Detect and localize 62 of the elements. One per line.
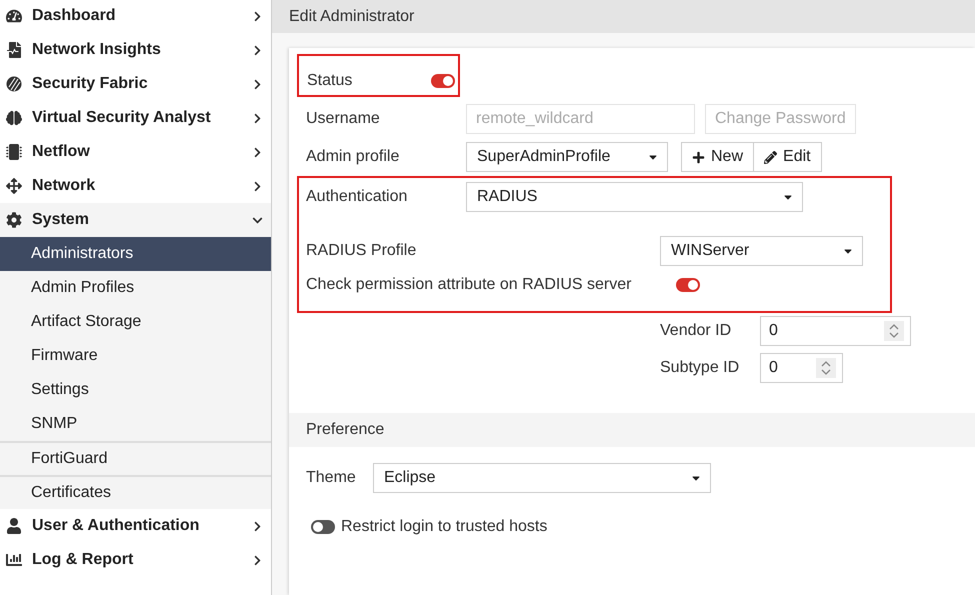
- sidebar-item[interactable]: Network: [0, 169, 271, 203]
- sidebar-item[interactable]: Log & Report: [0, 543, 271, 577]
- plus-icon: [692, 150, 705, 164]
- pencil-icon: [764, 150, 778, 164]
- submenu-item[interactable]: Settings: [0, 373, 271, 407]
- field-label: RADIUS Profile: [306, 241, 418, 261]
- submenu-item[interactable]: Certificates: [0, 475, 271, 509]
- subtype-id-field[interactable]: 0: [760, 353, 843, 383]
- authentication-select[interactable]: RADIUS: [466, 182, 803, 212]
- sidebar-item[interactable]: Virtual Security Analyst: [0, 101, 271, 135]
- submenu-item[interactable]: FortiGuard: [0, 441, 271, 475]
- field-label: Subtype ID: [660, 358, 740, 378]
- bar-chart-icon: [6, 552, 22, 568]
- striped-circle-icon: [6, 76, 22, 92]
- edit-button[interactable]: Edit: [753, 142, 822, 172]
- field-label: Status: [307, 70, 354, 90]
- chevron-right-icon: [252, 112, 263, 124]
- toggle-switch[interactable]: [431, 74, 455, 88]
- page-title: Edit Administrator: [289, 6, 414, 26]
- gauge-icon: [6, 8, 22, 24]
- chevron-right-icon: [252, 10, 263, 22]
- sidebar-item[interactable]: Network Insights: [0, 33, 271, 67]
- sidebar-item[interactable]: System: [0, 203, 271, 237]
- submenu-item[interactable]: Admin Profiles: [0, 271, 271, 305]
- sidebar-item[interactable]: User & Authentication: [0, 509, 271, 543]
- submenu-item[interactable]: SNMP: [0, 407, 271, 441]
- new-button[interactable]: New: [681, 142, 754, 172]
- submenu-item[interactable]: Artifact Storage: [0, 305, 271, 339]
- admin-profile-select[interactable]: SuperAdminProfile: [466, 142, 668, 172]
- spinner-icon: [884, 321, 904, 341]
- submenu-item[interactable]: Firmware: [0, 339, 271, 373]
- chevron-right-icon: [252, 520, 263, 532]
- toggle-switch[interactable]: [676, 278, 700, 292]
- toggle-switch[interactable]: [311, 520, 335, 534]
- user-icon: [6, 518, 22, 534]
- chevron-right-icon: [252, 78, 263, 90]
- gear-icon: [6, 212, 22, 228]
- chip-icon: [6, 144, 22, 160]
- sidebar-item[interactable]: Netflow: [0, 135, 271, 169]
- spinner-icon: [816, 358, 836, 378]
- vendor-id-field[interactable]: 0: [760, 316, 911, 346]
- section-title: Preference: [306, 420, 384, 440]
- field-label: Theme: [306, 468, 357, 488]
- move-arrows-icon: [6, 178, 22, 194]
- radius-profile-select[interactable]: WINServer: [660, 236, 863, 266]
- field-label: Authentication: [306, 187, 408, 207]
- theme-select[interactable]: Eclipse: [373, 463, 711, 493]
- sidebar-item[interactable]: Dashboard: [0, 0, 271, 33]
- field-label: Vendor ID: [660, 321, 732, 341]
- submenu-item[interactable]: Administrators: [0, 237, 271, 271]
- chevron-right-icon: [252, 146, 263, 158]
- chevron-right-icon: [252, 44, 263, 56]
- field-label: Admin profile: [306, 147, 400, 167]
- chevron-right-icon: [252, 180, 263, 192]
- document-pulse-icon: [6, 42, 22, 58]
- toggle-label: Restrict login to trusted hosts: [341, 517, 548, 537]
- chevron-right-icon: [252, 554, 263, 566]
- brain-icon: [6, 110, 22, 126]
- sidebar-item[interactable]: Security Fabric: [0, 67, 271, 101]
- chevron-down-icon: [252, 214, 263, 226]
- field-label: Check permission attribute on RADIUS server: [306, 275, 632, 295]
- field-label: Username: [306, 109, 381, 129]
